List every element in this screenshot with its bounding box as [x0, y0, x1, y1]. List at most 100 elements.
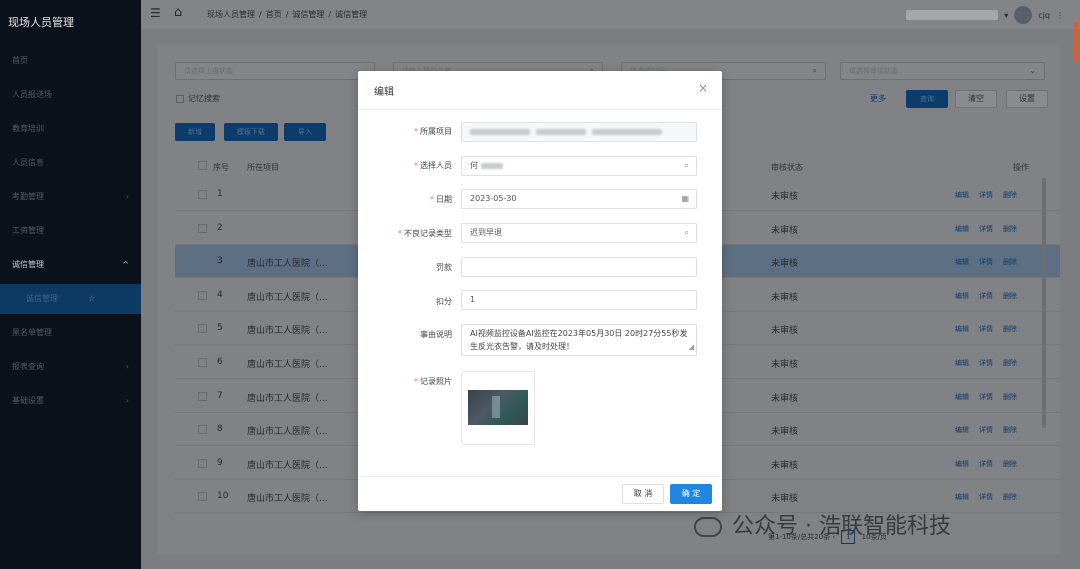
breadcrumb-item[interactable]: 现场人员管理 [207, 10, 255, 19]
delete-link[interactable]: 删除 [1003, 460, 1017, 468]
row-index: 8 [217, 424, 223, 435]
star-icon[interactable]: ☆ [88, 284, 95, 314]
detail-link[interactable]: 详情 [979, 493, 993, 501]
settings-button[interactable]: 设置 [1006, 90, 1048, 108]
edit-link[interactable]: 编辑 [955, 426, 969, 434]
table-scrollbar[interactable] [1042, 178, 1046, 428]
sidebar-item-integrity-sub[interactable]: 诚信管理 ☆ [0, 284, 141, 314]
delete-link[interactable]: 删除 [1003, 258, 1017, 266]
detail-link[interactable]: 详情 [979, 460, 993, 468]
row-checkbox[interactable] [198, 358, 207, 367]
sidebar-item-home[interactable]: 首页 [0, 46, 141, 76]
memory-search-checkbox[interactable]: 记忆搜索 [176, 93, 220, 104]
description-textarea[interactable]: AI视频监控设备AI监控在2023年05月30日 20时27分55秒发生反光衣告… [461, 324, 697, 356]
clear-button[interactable]: 清空 [955, 90, 997, 108]
search-icon[interactable]: ⌕ [685, 157, 689, 175]
row-actions: 编辑 详情 删除 [955, 358, 1027, 368]
edit-link[interactable]: 编辑 [955, 225, 969, 233]
sidebar-item-report[interactable]: 人员报送场 [0, 80, 141, 110]
edit-link[interactable]: 编辑 [955, 393, 969, 401]
required-mark: * [414, 127, 418, 136]
row-project: 唐山市工人医院（... [247, 393, 328, 404]
edit-link[interactable]: 编辑 [955, 258, 969, 266]
person-field[interactable]: 何 ⌕ [461, 156, 697, 176]
delete-link[interactable]: 删除 [1003, 225, 1017, 233]
sidebar-item-training[interactable]: 教育培训 [0, 114, 141, 144]
detail-link[interactable]: 详情 [979, 191, 993, 199]
delete-link[interactable]: 删除 [1003, 426, 1017, 434]
detail-link[interactable]: 详情 [979, 292, 993, 300]
required-mark: * [430, 195, 434, 204]
photo-upload[interactable] [461, 371, 535, 445]
breadcrumb-item[interactable]: 首页 [266, 10, 282, 19]
sidebar-item-attendance[interactable]: 考勤管理 › [0, 182, 141, 212]
edit-link[interactable]: 编辑 [955, 325, 969, 333]
score-field[interactable]: 1 [461, 290, 697, 310]
delete-link[interactable]: 删除 [1003, 393, 1017, 401]
detail-link[interactable]: 详情 [979, 359, 993, 367]
edit-link[interactable]: 编辑 [955, 460, 969, 468]
checkbox[interactable] [176, 94, 184, 103]
detail-link[interactable]: 详情 [979, 325, 993, 333]
date-field[interactable]: 2023-05-30 ▦ [461, 189, 697, 209]
sidebar-item-wages[interactable]: 工资管理 [0, 216, 141, 246]
detail-link[interactable]: 详情 [979, 225, 993, 233]
record-type-field[interactable]: 迟到早退 ⌕ [461, 223, 697, 243]
close-icon[interactable]: × [698, 81, 708, 95]
confirm-button[interactable]: 确 定 [670, 484, 712, 504]
edit-link[interactable]: 编辑 [955, 493, 969, 501]
fine-field[interactable] [461, 257, 697, 277]
page-scrollbar[interactable] [1074, 22, 1078, 62]
row-checkbox[interactable] [198, 391, 207, 401]
menu-toggle-icon[interactable]: ☰ [150, 6, 161, 20]
delete-link[interactable]: 删除 [1003, 292, 1017, 300]
resize-handle-icon[interactable]: ◢ [689, 341, 694, 354]
delete-link[interactable]: 删除 [1003, 191, 1017, 199]
sidebar-item-reports[interactable]: 报表查询 › [0, 352, 141, 382]
edit-link[interactable]: 编辑 [955, 191, 969, 199]
add-button[interactable]: 新增 [175, 123, 215, 141]
delete-link[interactable]: 删除 [1003, 359, 1017, 367]
edit-link[interactable]: 编辑 [955, 292, 969, 300]
cancel-button[interactable]: 取 消 [622, 484, 664, 504]
row-status: 未审核 [771, 225, 799, 236]
more-filters-link[interactable]: 更多 [870, 93, 886, 104]
audit-select[interactable]: 请选择审核状态 ⌄ [840, 62, 1045, 80]
row-checkbox[interactable] [198, 190, 207, 199]
sidebar-item-blacklist[interactable]: 黑名单管理 [0, 318, 141, 348]
import-button[interactable]: 导入 [284, 123, 326, 141]
sidebar-item-settings[interactable]: 基础设置 › [0, 386, 141, 416]
avatar[interactable] [1014, 6, 1033, 24]
detail-link[interactable]: 详情 [979, 393, 993, 401]
row-checkbox[interactable] [198, 324, 207, 334]
query-button[interactable]: 查询 [906, 90, 948, 108]
row-index: 1 [217, 189, 223, 199]
date-label: * 日期 [430, 194, 452, 205]
record-photo[interactable] [468, 390, 528, 425]
row-checkbox[interactable] [198, 290, 207, 300]
detail-link[interactable]: 详情 [979, 258, 993, 266]
redacted-info [906, 10, 999, 20]
caret-down-icon: ▾ [1004, 10, 1009, 20]
template-download-button[interactable]: 模板下载 [224, 123, 278, 141]
sidebar-item-personnel[interactable]: 人员信息 [0, 148, 141, 178]
breadcrumb-item[interactable]: 诚信管理 [292, 10, 324, 19]
calendar-icon[interactable]: ▦ [681, 190, 689, 208]
home-icon[interactable]: ⌂ [174, 5, 182, 20]
edit-link[interactable]: 编辑 [955, 359, 969, 367]
date-value: 2023-05-30 [470, 194, 517, 203]
more-vertical-icon[interactable]: ⋮ [1056, 11, 1064, 20]
select-all-checkbox[interactable] [198, 161, 207, 170]
row-checkbox[interactable] [198, 425, 207, 435]
search-icon[interactable]: ⌕ [685, 224, 689, 242]
status-select[interactable]: 请选择上报状态⌄ [175, 62, 375, 80]
sidebar-item-integrity[interactable]: 诚信管理 ^ [0, 250, 141, 280]
delete-link[interactable]: 删除 [1003, 493, 1017, 501]
row-checkbox[interactable] [198, 458, 207, 468]
row-checkbox[interactable] [198, 223, 207, 233]
user-menu[interactable]: ▾ cjq ⋮ [906, 6, 1064, 24]
detail-link[interactable]: 详情 [979, 426, 993, 434]
row-checkbox[interactable] [198, 257, 207, 267]
row-checkbox[interactable] [198, 492, 207, 502]
delete-link[interactable]: 删除 [1003, 325, 1017, 333]
